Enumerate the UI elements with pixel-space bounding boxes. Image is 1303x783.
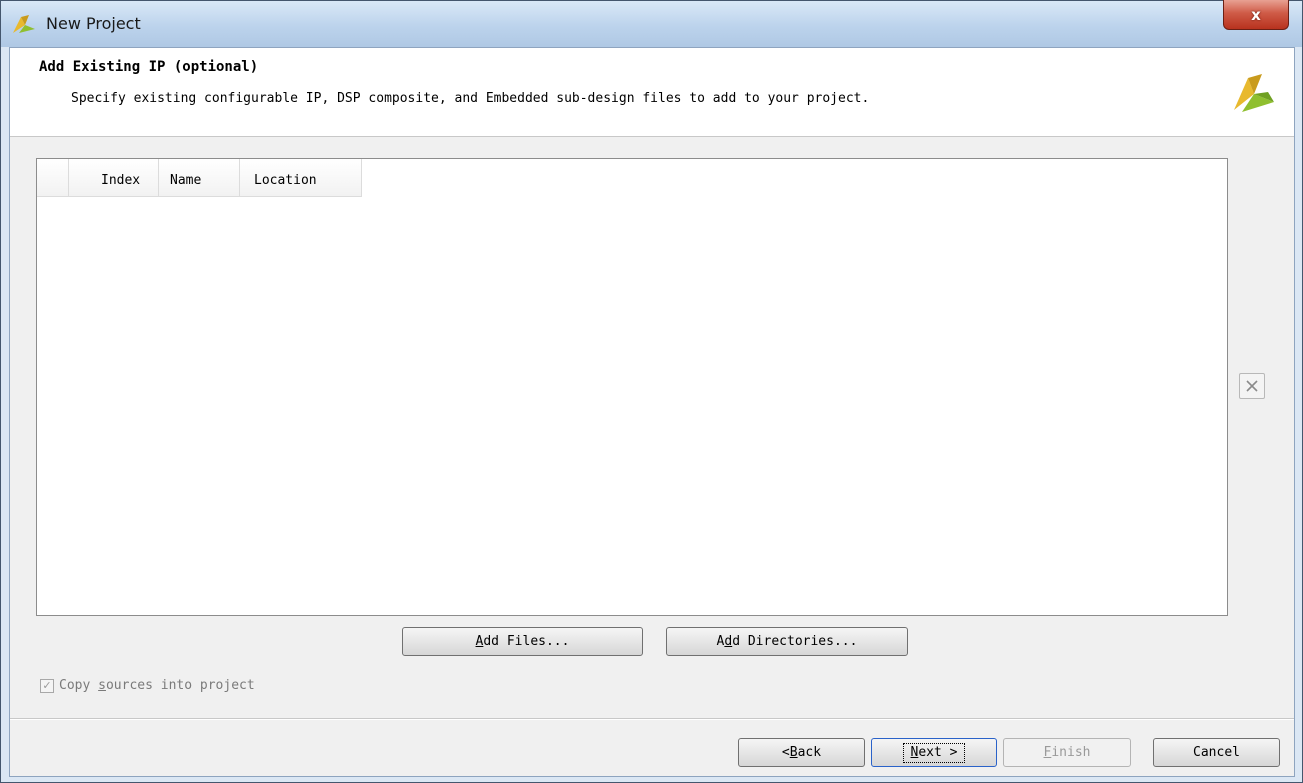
column-header-name[interactable]: Name [159, 159, 240, 196]
copy-sources-mnemonic: s [98, 678, 106, 693]
ip-files-table[interactable]: Index Name Location [36, 158, 1228, 616]
close-icon: x [1251, 5, 1261, 24]
title-bar[interactable]: New Project x [1, 0, 1302, 47]
footer-divider-highlight [10, 719, 1294, 720]
add-directories-button[interactable]: Add Directories... [666, 627, 908, 656]
back-label: ack [797, 745, 822, 760]
column-header-select[interactable] [37, 159, 69, 196]
page-title: Add Existing IP (optional) [39, 59, 259, 75]
remove-file-button[interactable] [1239, 373, 1265, 399]
back-mnemonic: B [789, 745, 798, 760]
copy-sources-label-pre: Copy [59, 678, 99, 693]
add-files-label: dd Files... [483, 634, 570, 649]
back-label-pre: < [781, 745, 790, 760]
column-header-index[interactable]: Index [69, 159, 159, 196]
table-body[interactable] [37, 197, 1227, 615]
finish-mnemonic: F [1043, 745, 1052, 760]
add-directories-label: d Directories... [732, 634, 858, 649]
new-project-window: New Project x Add Existing IP (optional)… [0, 0, 1303, 783]
next-label: ext > [918, 744, 958, 760]
copy-sources-label: Copy sources into project [59, 678, 255, 693]
close-button[interactable]: x [1223, 0, 1289, 30]
check-icon: ✓ [42, 679, 52, 692]
add-files-mnemonic: A [475, 634, 484, 649]
next-focus-ring: Next > [902, 742, 966, 763]
add-directories-mnemonic: d [724, 634, 733, 649]
add-directories-label-pre: A [716, 634, 725, 649]
copy-sources-checkbox[interactable]: ✓ [40, 678, 54, 693]
copy-sources-option: ✓ Copy sources into project [40, 678, 255, 693]
copy-sources-label-rest: ources into project [105, 678, 255, 693]
window-title: New Project [46, 14, 141, 33]
finish-label: inish [1051, 745, 1091, 760]
add-files-button[interactable]: Add Files... [402, 627, 643, 656]
finish-button[interactable]: Finish [1003, 738, 1131, 767]
close-icon [1246, 380, 1258, 392]
cancel-button[interactable]: Cancel [1153, 738, 1280, 767]
xilinx-logo-icon [13, 15, 35, 33]
table-header: Index Name Location [37, 159, 362, 197]
next-button[interactable]: Next > [871, 738, 997, 767]
xilinx-logo-icon [1234, 74, 1274, 112]
column-header-location[interactable]: Location [240, 159, 362, 196]
back-button[interactable]: < Back [738, 738, 865, 767]
wizard-client-area: Add Existing IP (optional) Specify exist… [9, 47, 1295, 777]
page-description: Specify existing configurable IP, DSP co… [71, 91, 870, 106]
wizard-header: Add Existing IP (optional) Specify exist… [10, 48, 1294, 137]
